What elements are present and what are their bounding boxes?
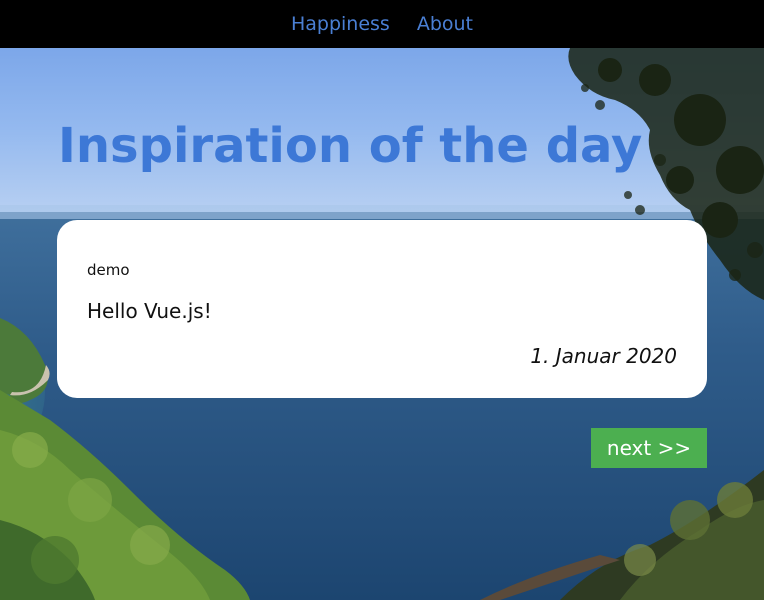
page-title: Inspiration of the day	[58, 118, 643, 174]
quote-card: demo Hello Vue.js! 1. Januar 2020	[57, 220, 707, 398]
quote-tag: demo	[87, 261, 130, 279]
quote-text: Hello Vue.js!	[87, 299, 212, 323]
nav-link-about[interactable]: About	[417, 13, 473, 35]
next-button[interactable]: next >>	[591, 428, 707, 468]
top-navbar: Happiness About	[0, 0, 764, 48]
page: Happiness About Inspiration of the day d…	[0, 0, 764, 600]
quote-date: 1. Januar 2020	[530, 344, 677, 368]
nav-link-happiness[interactable]: Happiness	[291, 13, 390, 35]
